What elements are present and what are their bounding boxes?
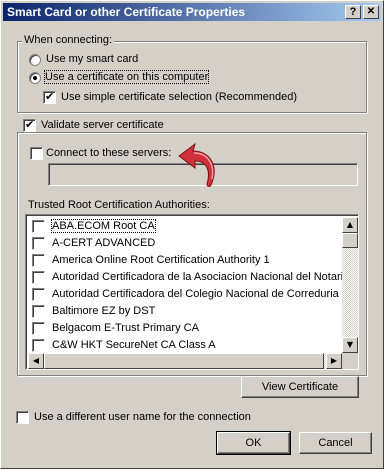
list-item[interactable]: Baltimore EZ by DST [30, 303, 342, 320]
title-bar[interactable]: Smart Card or other Certificate Properti… [3, 3, 381, 21]
trusted-root-list[interactable]: ABA.ECOM Root CA A-CERT ADVANCED America… [25, 214, 359, 370]
view-certificate-button[interactable]: View Certificate [241, 376, 359, 398]
arrow-down-icon: ▼ [346, 340, 354, 349]
smart-card-label[interactable]: Use my smart card [46, 53, 138, 65]
list-item-checkbox[interactable] [32, 254, 45, 267]
arrow-right-icon: ▶ [330, 356, 338, 365]
list-item-label: Autoridad Certificadora del Colegio Naci… [52, 288, 342, 300]
list-item-label: C&W HKT SecureNet CA Class A [52, 339, 216, 351]
smart-card-radio[interactable] [29, 54, 41, 66]
list-item-label: Belgacom E-Trust Primary CA [52, 322, 199, 334]
scroll-right-button[interactable]: ▶ [326, 353, 342, 369]
different-user-label[interactable]: Use a different user name for the connec… [34, 411, 251, 423]
different-user-checkbox[interactable] [16, 411, 29, 424]
list-item-checkbox[interactable] [32, 271, 45, 284]
close-icon: ✕ [366, 6, 376, 17]
cancel-label: Cancel [318, 437, 353, 449]
list-item-label: America Online Root Certification Author… [52, 254, 270, 266]
list-item-label: Autoridad Certificadora de la Asociacion… [52, 271, 342, 283]
certificate-label[interactable]: Use a certificate on this computer [43, 70, 210, 84]
scrollbar-corner [342, 353, 358, 369]
list-item-label: Baltimore EZ by DST [52, 305, 156, 317]
arrow-up-icon: ▲ [346, 220, 354, 229]
scroll-left-button[interactable]: ◀ [28, 353, 44, 369]
cancel-button[interactable]: Cancel [299, 432, 372, 454]
help-button[interactable]: ? [345, 5, 361, 19]
horizontal-scroll-thumb[interactable] [44, 353, 324, 369]
arrow-left-icon: ◀ [32, 356, 40, 365]
list-item-checkbox[interactable] [32, 305, 45, 318]
list-item[interactable]: Autoridad Certificadora del Colegio Naci… [30, 286, 342, 303]
view-certificate-label: View Certificate [261, 381, 339, 393]
list-item[interactable]: Autoridad Certificadora de la Asociacion… [30, 269, 342, 286]
list-item[interactable]: C&W HKT SecureNet CA Class A [30, 337, 342, 354]
list-item[interactable]: Belgacom E-Trust Primary CA [30, 320, 342, 337]
list-item-label: ABA.ECOM Root CA [51, 219, 156, 233]
connect-servers-label[interactable]: Connect to these servers: [46, 147, 171, 159]
list-item-checkbox[interactable] [32, 339, 45, 352]
when-connecting-legend: When connecting: [22, 34, 115, 46]
validate-label[interactable]: Validate server certificate [38, 119, 166, 131]
scroll-down-button[interactable]: ▼ [342, 337, 358, 353]
list-item-checkbox[interactable] [32, 220, 45, 233]
list-item-checkbox[interactable] [32, 322, 45, 335]
list-item[interactable]: America Online Root Certification Author… [30, 252, 342, 269]
list-item-checkbox[interactable] [32, 237, 45, 250]
vertical-scroll-thumb[interactable] [342, 233, 358, 248]
trusted-root-label: Trusted Root Certification Authorities: [28, 199, 210, 211]
list-item-checkbox[interactable] [32, 288, 45, 301]
scroll-up-button[interactable]: ▲ [342, 217, 358, 233]
certificate-radio[interactable] [29, 72, 41, 84]
connect-servers-checkbox[interactable] [30, 147, 43, 160]
window-title: Smart Card or other Certificate Properti… [7, 5, 246, 19]
list-item[interactable]: ABA.ECOM Root CA [30, 218, 342, 235]
help-icon: ? [349, 6, 357, 18]
ok-label: OK [245, 437, 262, 449]
close-button[interactable]: ✕ [363, 5, 379, 19]
validate-checkbox[interactable] [23, 118, 36, 132]
list-item-label: A-CERT ADVANCED [52, 237, 156, 249]
list-item[interactable]: A-CERT ADVANCED [30, 235, 342, 252]
curved-arrow-icon [178, 142, 215, 187]
ok-button[interactable]: OK [216, 431, 291, 455]
properties-dialog: Smart Card or other Certificate Properti… [0, 0, 384, 469]
simple-selection-label[interactable]: Use simple certificate selection (Recomm… [61, 91, 297, 103]
simple-selection-checkbox[interactable] [43, 90, 56, 104]
